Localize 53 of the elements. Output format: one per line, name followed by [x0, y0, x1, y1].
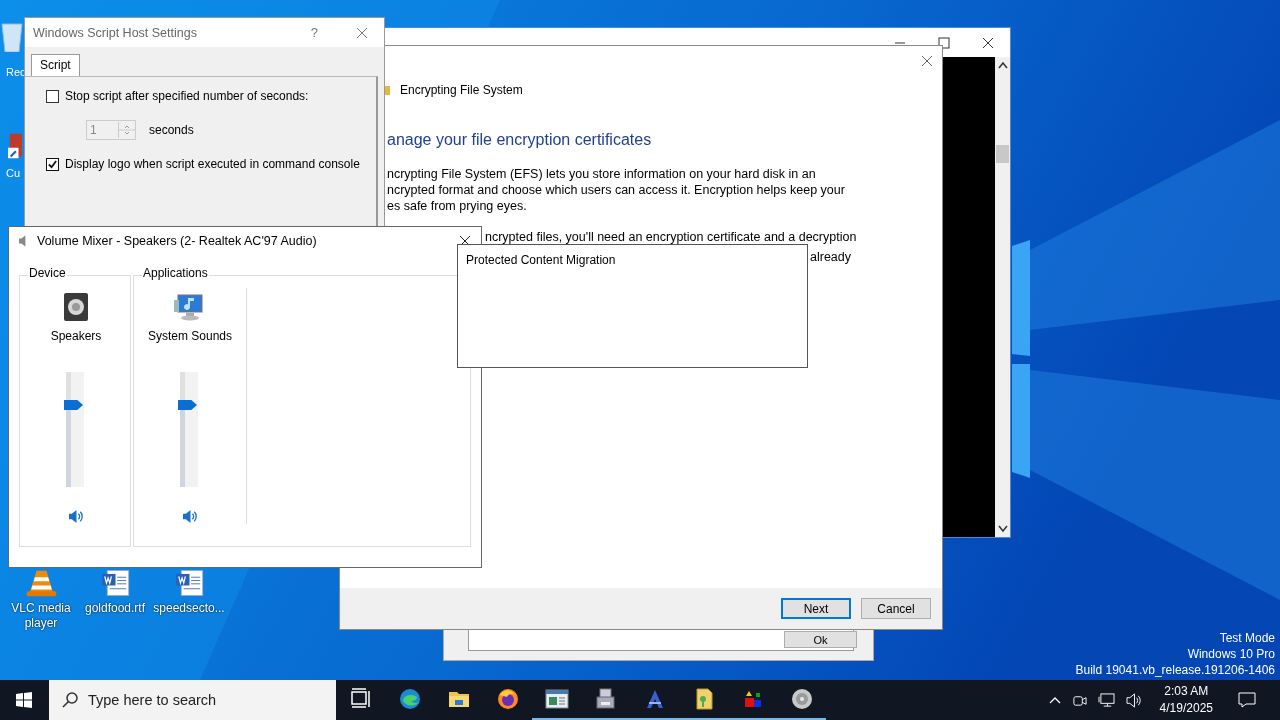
slider-thumb[interactable]	[178, 400, 197, 410]
window-title: Volume Mixer - Speakers (2- Realtek AC'97 Audio)	[37, 234, 317, 248]
clock-date[interactable]: 4/19/2025	[1159, 700, 1213, 717]
checkbox-label: Stop script after specified number of seconds:	[65, 89, 309, 103]
network-icon[interactable]	[1097, 692, 1115, 708]
maximize-icon[interactable]	[938, 36, 950, 49]
mute-button[interactable]	[181, 509, 199, 524]
wizard-text: already	[810, 250, 851, 264]
scrollbar[interactable]	[995, 57, 1010, 537]
search-icon	[62, 692, 78, 708]
checkbox[interactable]	[46, 157, 59, 171]
desktop-icon-label[interactable]: Cu	[6, 166, 21, 181]
start-icon[interactable]	[16, 692, 32, 708]
desktop-icon-label[interactable]: speedsecto...	[153, 601, 225, 616]
speaker-icon	[19, 235, 27, 247]
checkbox-label: Display logo when script executed in command console	[65, 157, 360, 171]
slider-thumb[interactable]	[64, 400, 83, 410]
wizard-paragraph: ncrypted files, you'll need an encryption certificate and a decryption	[485, 229, 858, 245]
desktop-icon-label[interactable]: Rec	[6, 65, 26, 80]
notification-icon[interactable]	[1238, 692, 1256, 708]
window-title: Windows Script Host Settings	[33, 25, 198, 40]
cancel-button[interactable]: Cancel	[861, 598, 931, 619]
ok-button[interactable]: Ok	[784, 631, 857, 648]
system-notice: Test Mode	[1219, 630, 1275, 646]
computer-icon	[174, 292, 206, 322]
unit-label: seconds	[149, 123, 194, 137]
scrollbar-thumb[interactable]	[996, 145, 1009, 163]
system-notice: Windows 10 Pro	[1187, 646, 1275, 662]
window-title: Protected Content Migration	[466, 253, 616, 267]
desktop-icon-label[interactable]: VLC media player	[4, 601, 78, 631]
group-label: Device	[28, 266, 67, 280]
wizard-title: Encrypting File System	[400, 83, 523, 97]
group-label: Applications	[142, 266, 209, 280]
search-field[interactable]: Type here to search	[49, 680, 336, 720]
wizard-paragraph: ncrypting File System (EFS) lets you store information on your hard disk in an ncrypted format and choose which users can access it. Encryption helps keep your es safe from prying eyes.	[387, 166, 846, 214]
checkbox[interactable]	[46, 89, 59, 103]
channel-name: System Sounds	[147, 329, 232, 343]
wizard-heading: anage your file encryption certificates	[387, 131, 653, 149]
mute-button[interactable]	[67, 509, 85, 524]
close-icon[interactable]	[982, 36, 994, 49]
system-notice: Build 19041.vb_release.191206-1406	[1075, 662, 1275, 678]
speaker-box-icon	[63, 292, 89, 322]
scroll-up-icon[interactable]	[997, 61, 1008, 69]
volume-icon[interactable]	[1125, 692, 1143, 708]
help-button[interactable]: ?	[310, 25, 318, 40]
traffic-cone-icon[interactable]	[24, 569, 58, 597]
desktop-icon-label[interactable]: goldfood.rtf	[84, 601, 145, 616]
tab[interactable]: Script	[31, 54, 80, 76]
clock-time[interactable]: 2:03 AM	[1164, 683, 1209, 700]
channel-name: Speakers	[50, 329, 102, 343]
chevron-up-icon[interactable]	[1048, 696, 1061, 704]
next-button[interactable]: Next	[781, 598, 851, 619]
scroll-down-icon[interactable]	[997, 525, 1008, 533]
